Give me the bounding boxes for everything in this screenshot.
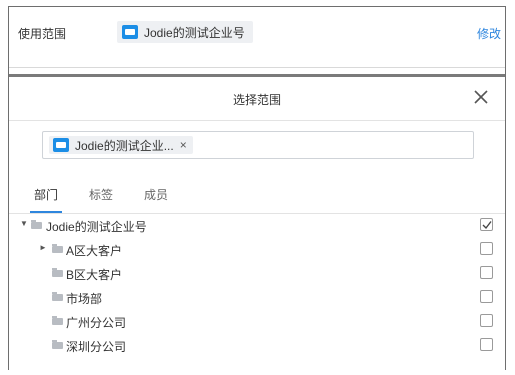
- tree-row-label: 深圳分公司: [66, 340, 127, 354]
- selected-items-box: Jodie的测试企业... ×: [42, 131, 474, 159]
- tree-row[interactable]: ▼ Jodie的测试企业号: [9, 214, 505, 238]
- folder-icon: [52, 244, 63, 253]
- tree-row-label: Jodie的测试企业号: [46, 220, 147, 234]
- close-icon: [474, 90, 488, 104]
- close-button[interactable]: [469, 85, 493, 109]
- folder-icon: [122, 25, 138, 39]
- collapse-toggle-icon[interactable]: ▼: [20, 220, 28, 228]
- folder-icon: [52, 268, 63, 277]
- scope-chip: Jodie的测试企业号: [117, 21, 253, 43]
- tree-row[interactable]: 市场部: [9, 286, 505, 310]
- folder-icon: [53, 138, 69, 152]
- tree-row[interactable]: 广州分公司: [9, 310, 505, 334]
- folder-icon: [52, 292, 63, 301]
- tree-row[interactable]: ► A区大客户: [9, 238, 505, 262]
- select-scope-dialog: 选择范围 Jodie的测试企业... × 部门 标签 成员 ▼ Jodie的测试…: [9, 77, 505, 371]
- tab-members[interactable]: 成员: [144, 187, 168, 213]
- row-checkbox[interactable]: [480, 218, 493, 231]
- app-frame: 使用范围 Jodie的测试企业号 修改 选择范围 Jodie的测试企业... ×: [8, 6, 506, 371]
- dialog-header: 选择范围: [9, 77, 505, 121]
- checkmark-icon: [482, 220, 492, 229]
- expand-toggle-icon[interactable]: ►: [39, 244, 47, 252]
- row-checkbox[interactable]: [480, 314, 493, 327]
- folder-icon: [31, 220, 42, 229]
- row-checkbox[interactable]: [480, 338, 493, 351]
- row-checkbox[interactable]: [480, 266, 493, 279]
- tab-tags[interactable]: 标签: [89, 187, 113, 213]
- dialog-title: 选择范围: [232, 93, 281, 107]
- scope-chip-label: Jodie的测试企业号: [144, 25, 245, 40]
- selected-chip-label: Jodie的测试企业...: [75, 138, 174, 153]
- tab-departments[interactable]: 部门: [29, 187, 63, 213]
- tree-row-label: B区大客户: [66, 268, 123, 282]
- tree-row-label: 市场部: [66, 292, 103, 306]
- scope-label: 使用范围: [18, 27, 67, 41]
- row-checkbox[interactable]: [480, 242, 493, 255]
- remove-chip-button[interactable]: ×: [180, 138, 187, 152]
- tree-row[interactable]: 深圳分公司: [9, 334, 505, 358]
- tab-bar: 部门 标签 成员: [9, 187, 505, 214]
- edit-link[interactable]: 修改: [477, 25, 501, 42]
- scope-row: 使用范围 Jodie的测试企业号 修改: [9, 7, 505, 59]
- folder-icon: [52, 340, 63, 349]
- folder-icon: [52, 316, 63, 325]
- divider: [9, 67, 505, 68]
- tree-row-label: A区大客户: [66, 244, 123, 258]
- row-checkbox[interactable]: [480, 290, 493, 303]
- tree-row[interactable]: B区大客户: [9, 262, 505, 286]
- selected-chip: Jodie的测试企业... ×: [49, 136, 193, 154]
- tree-row-label: 广州分公司: [66, 316, 127, 330]
